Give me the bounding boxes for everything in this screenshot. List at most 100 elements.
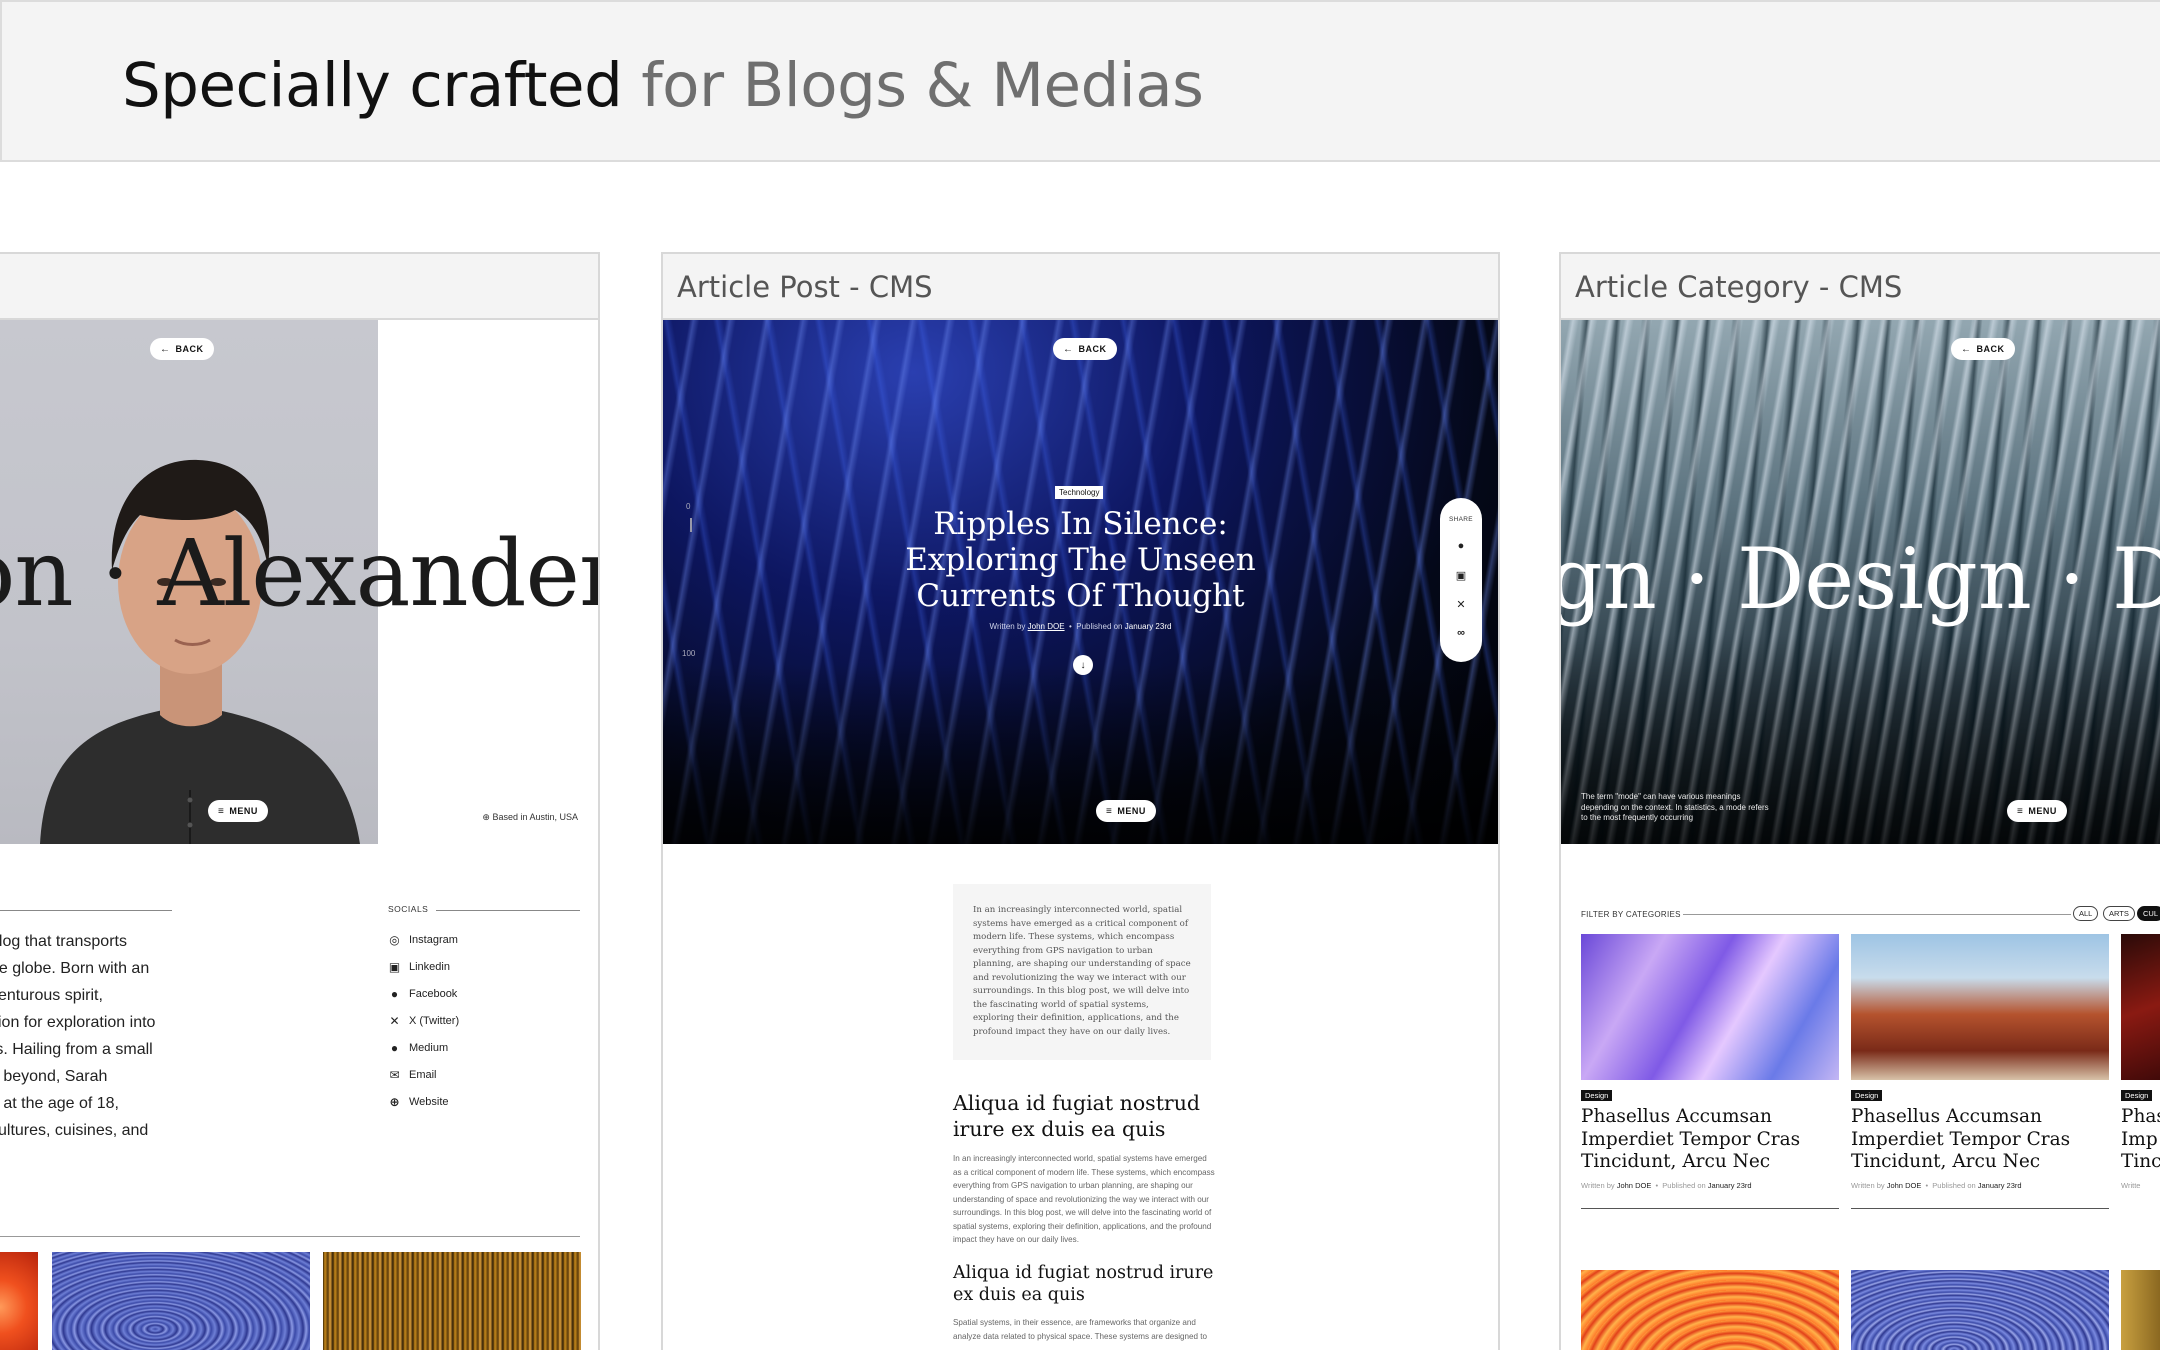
bio-line: e at the age of 18, bbox=[0, 1095, 119, 1112]
social-label: Instagram bbox=[409, 933, 458, 946]
post-author[interactable]: John DOE bbox=[1887, 1181, 1922, 1190]
scroll-down-button[interactable]: ↓ bbox=[1073, 655, 1093, 675]
post-tag[interactable]: Design bbox=[1581, 1090, 1613, 1101]
x-icon[interactable]: ✕ bbox=[1453, 596, 1469, 612]
author-hero: on · Alexander O ← BACK ≡ MENU ⊕ Based i… bbox=[0, 320, 598, 844]
card-header: Article Category - CMS bbox=[1561, 254, 2160, 320]
post-image[interactable] bbox=[1851, 1270, 2109, 1350]
filter-chip-culture[interactable]: CUL bbox=[2137, 906, 2160, 921]
article-title-line: Currents Of Thought bbox=[916, 578, 1245, 614]
post-image[interactable] bbox=[1851, 934, 2109, 1080]
social-link-twitter[interactable]: ✕ X (Twitter) bbox=[388, 1007, 459, 1034]
article-title-line: Ripples In Silence: bbox=[933, 506, 1228, 542]
post-meta: Written by John DOE • Published on Janua… bbox=[1581, 1181, 1752, 1190]
post-title[interactable]: Phasellus Accumsan Imperdiet Tempor Cras… bbox=[1581, 1106, 1831, 1174]
post-image[interactable] bbox=[2121, 1270, 2160, 1350]
linkedin-icon[interactable]: ▣ bbox=[1453, 567, 1469, 583]
share-rail: SHARE ● ▣ ✕ ∞ bbox=[1440, 498, 1482, 662]
article-category-tag[interactable]: Technology bbox=[1055, 486, 1104, 499]
x-icon: ✕ bbox=[389, 1013, 400, 1028]
filter-label: FILTER BY CATEGORIES bbox=[1581, 910, 1681, 919]
social-link-website[interactable]: ⊕ Website bbox=[388, 1088, 459, 1115]
post-divider bbox=[1581, 1208, 1839, 1209]
hamburger-icon: ≡ bbox=[2017, 805, 2024, 817]
post-author[interactable]: John DOE bbox=[1617, 1181, 1652, 1190]
author-link[interactable]: John DOE bbox=[1028, 622, 1065, 631]
post-tag[interactable]: Design bbox=[2121, 1090, 2153, 1101]
back-button[interactable]: ← BACK bbox=[1951, 338, 2015, 360]
article-intro: In an increasingly interconnected world,… bbox=[953, 884, 1211, 1060]
post-title-line: Tincidunt, Arcu Nec bbox=[1851, 1151, 2041, 1172]
hamburger-icon: ≡ bbox=[218, 805, 225, 817]
hero-gradient-overlay bbox=[663, 664, 1498, 844]
section-divider bbox=[0, 1236, 580, 1237]
article-heading: Aliqua id fugiat nostrud irure ex duis e… bbox=[953, 1263, 1214, 1305]
scroll-progress-end: 100 bbox=[682, 649, 696, 658]
article-paragraph: Spatial systems, in their essence, are f… bbox=[953, 1318, 1208, 1341]
post-title-line: Tincidunt, Arcu Nec bbox=[1581, 1151, 1771, 1172]
bio-line: d beyond, Sarah bbox=[0, 1068, 108, 1085]
header-band: Specially crafted for Blogs & Medias bbox=[0, 0, 2160, 162]
back-label: BACK bbox=[175, 344, 204, 354]
social-label: Website bbox=[409, 1095, 449, 1108]
email-icon: ✉ bbox=[389, 1067, 400, 1082]
post-title-line: Phasellus Accumsan bbox=[1581, 1106, 1772, 1127]
menu-button[interactable]: ≡ MENU bbox=[208, 800, 268, 822]
arrow-down-icon: ↓ bbox=[1080, 659, 1086, 671]
socials-heading: SOCIALS bbox=[388, 904, 429, 914]
headline-dark: Specially crafted bbox=[122, 50, 623, 121]
social-label: Facebook bbox=[409, 987, 458, 1000]
social-link-facebook[interactable]: ● Facebook bbox=[388, 980, 459, 1007]
hamburger-icon: ≡ bbox=[1106, 805, 1113, 817]
bio-line: rs. Hailing from a small bbox=[0, 1041, 153, 1058]
arrow-left-icon: ← bbox=[1961, 343, 1972, 355]
post-meta: Written by John DOE • Published on Janua… bbox=[1851, 1181, 2022, 1190]
bio-line: venturous spirit, bbox=[0, 987, 103, 1004]
menu-button[interactable]: ≡ MENU bbox=[2007, 800, 2067, 822]
globe-icon: ⊕ bbox=[482, 812, 490, 822]
social-link-linkedin[interactable]: ▣ Linkedin bbox=[388, 953, 459, 980]
post-image[interactable] bbox=[2121, 934, 2160, 1080]
filter-chip-arts[interactable]: ARTS bbox=[2103, 906, 2135, 921]
menu-label: MENU bbox=[2028, 806, 2057, 816]
facebook-icon[interactable]: ● bbox=[1453, 538, 1469, 554]
menu-label: MENU bbox=[229, 806, 258, 816]
social-label: Medium bbox=[409, 1041, 449, 1054]
written-by-label: Writte bbox=[2121, 1181, 2141, 1190]
menu-button[interactable]: ≡ MENU bbox=[1096, 800, 1156, 822]
social-link-instagram[interactable]: ◎ Instagram bbox=[388, 926, 459, 953]
card-title: Article Post - CMS bbox=[677, 270, 933, 304]
card-header: Article Post - CMS bbox=[663, 254, 1498, 320]
post-title[interactable]: Phasellus Accumsan Imperdiet Tempor Cras… bbox=[1851, 1106, 2101, 1174]
back-button[interactable]: ← BACK bbox=[1053, 338, 1117, 360]
bio-divider bbox=[0, 910, 172, 911]
written-by-label: Written by bbox=[989, 622, 1026, 631]
post-title[interactable]: Phas Imp Tinc bbox=[2121, 1106, 2160, 1174]
post-date: January 23rd bbox=[1977, 1181, 2022, 1190]
post-title-line: Imperdiet Tempor Cras bbox=[1851, 1128, 2071, 1150]
article-thumbnail[interactable] bbox=[0, 1252, 38, 1350]
post-image[interactable] bbox=[1581, 934, 1839, 1080]
post-tag[interactable]: Design bbox=[1851, 1090, 1883, 1101]
arrow-left-icon: ← bbox=[160, 343, 171, 355]
bio-line: cultures, cuisines, and bbox=[0, 1122, 149, 1139]
bio-line: sion for exploration into bbox=[0, 1014, 156, 1031]
post-title-line: Tinc bbox=[2121, 1151, 2160, 1172]
page-headline: Specially crafted for Blogs & Medias bbox=[122, 50, 1204, 121]
arrow-left-icon: ← bbox=[1063, 343, 1074, 355]
article-thumbnail[interactable] bbox=[323, 1252, 581, 1350]
social-link-medium[interactable]: ● Medium bbox=[388, 1034, 459, 1061]
location-label: ⊕ Based in Austin, USA bbox=[482, 812, 578, 823]
article-thumbnail[interactable] bbox=[52, 1252, 310, 1350]
link-icon[interactable]: ∞ bbox=[1453, 625, 1469, 641]
social-label: Linkedin bbox=[409, 960, 450, 973]
filter-chip-all[interactable]: ALL bbox=[2073, 906, 2099, 921]
author-name-marquee: on · Alexander O bbox=[0, 520, 598, 627]
medium-icon: ● bbox=[390, 1040, 399, 1055]
post-title-line: Imp bbox=[2121, 1128, 2158, 1150]
social-link-email[interactable]: ✉ Email bbox=[388, 1061, 459, 1088]
article-title-line: Exploring The Unseen bbox=[905, 542, 1256, 578]
back-button[interactable]: ← BACK bbox=[150, 338, 214, 360]
post-image[interactable] bbox=[1581, 1270, 1839, 1350]
category-marquee: gn · Design · Desi bbox=[1561, 530, 2160, 628]
